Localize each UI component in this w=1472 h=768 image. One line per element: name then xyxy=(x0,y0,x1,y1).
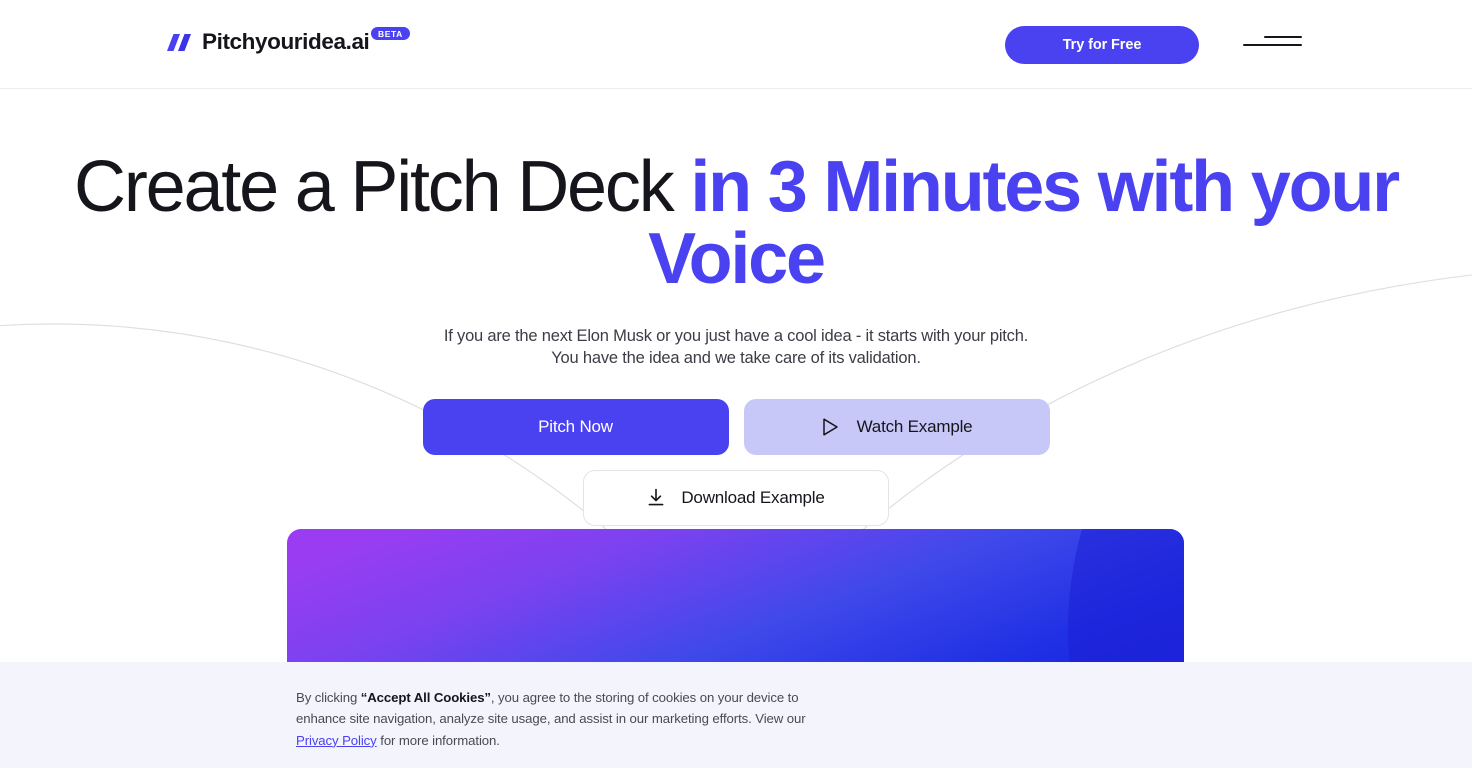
pitch-now-label: Pitch Now xyxy=(538,416,613,436)
cta-row-primary: Pitch Now Watch Example xyxy=(0,398,1472,455)
cookie-consent-text: By clicking “Accept All Cookies”, you ag… xyxy=(296,687,824,751)
cta-row-secondary: Download Example xyxy=(0,469,1472,526)
watch-example-label: Watch Example xyxy=(856,416,973,436)
watch-example-button[interactable]: Watch Example xyxy=(743,398,1050,455)
download-example-button[interactable]: Download Example xyxy=(583,469,889,526)
privacy-policy-link[interactable]: Privacy Policy xyxy=(296,733,377,748)
page-title: Create a Pitch Deck in 3 Minutes with yo… xyxy=(0,151,1472,295)
download-example-label: Download Example xyxy=(681,487,825,507)
cookie-text-before: By clicking xyxy=(296,690,361,705)
subtitle-line-2: You have the idea and we take care of it… xyxy=(551,349,921,368)
hamburger-menu-icon[interactable] xyxy=(1243,36,1302,52)
hero-section: Create a Pitch Deck in 3 Minutes with yo… xyxy=(0,89,1472,526)
hamburger-bar-top xyxy=(1264,36,1302,38)
headline-accent: in 3 Minutes with your Voice xyxy=(648,147,1400,299)
hamburger-bar-bottom xyxy=(1243,44,1302,46)
cookie-text-bold: “Accept All Cookies” xyxy=(360,690,491,705)
logo-text: Pitchyouridea.ai xyxy=(202,29,370,54)
logo[interactable]: Pitchyouridea.ai BETA xyxy=(167,27,410,54)
landing-page: Pitchyouridea.ai BETA Try for Free Creat… xyxy=(0,0,1472,768)
play-triangle-icon xyxy=(822,417,838,436)
cookie-text-after: for more information. xyxy=(376,732,500,748)
site-header: Pitchyouridea.ai BETA Try for Free xyxy=(0,0,1472,89)
pitch-now-button[interactable]: Pitch Now xyxy=(422,398,729,455)
double-slash-logo-icon xyxy=(167,34,191,51)
subtitle-line-1: If you are the next Elon Musk or you jus… xyxy=(443,327,1029,345)
headline-plain: Create a Pitch Deck xyxy=(74,147,691,227)
try-for-free-button[interactable]: Try for Free xyxy=(1005,26,1199,64)
beta-badge: BETA xyxy=(371,27,410,40)
cookie-consent-banner: By clicking “Accept All Cookies”, you ag… xyxy=(0,662,1472,768)
hero-subtitle: If you are the next Elon Musk or you jus… xyxy=(0,325,1472,370)
download-arrow-icon xyxy=(648,488,664,506)
